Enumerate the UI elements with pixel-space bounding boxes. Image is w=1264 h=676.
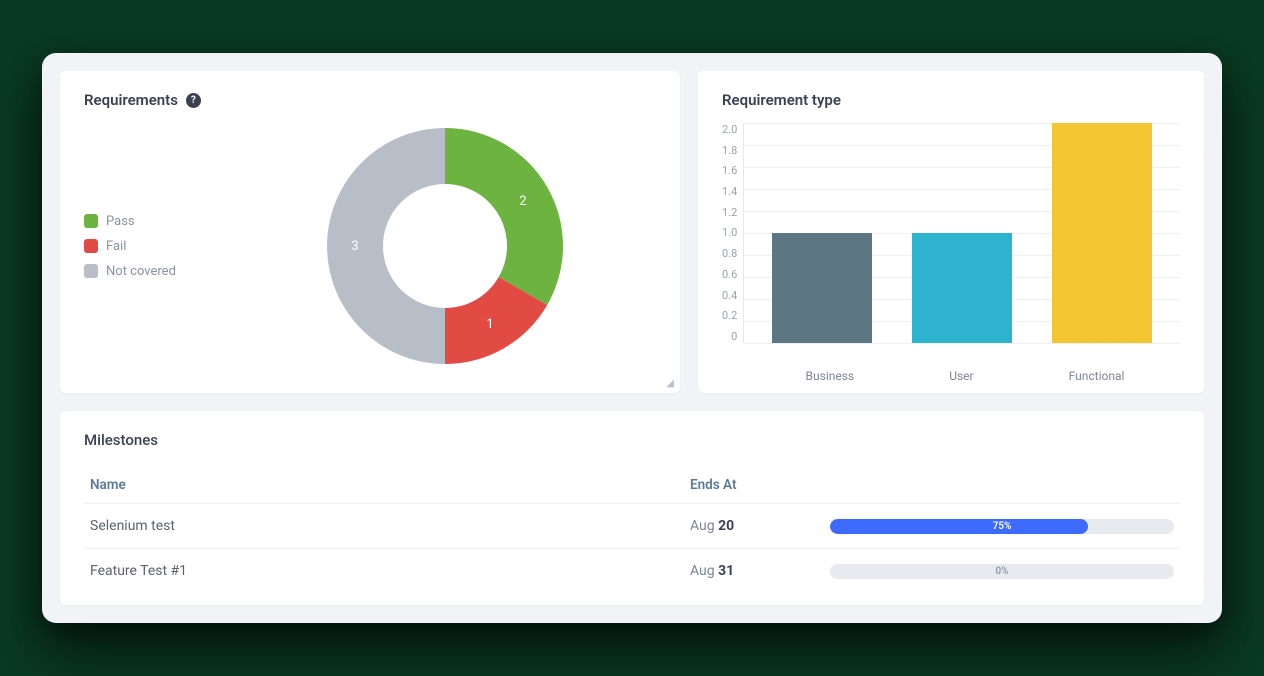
donut-slice: [445, 128, 563, 305]
milestones-card: Milestones Name Ends At Selenium testAug…: [60, 411, 1204, 605]
y-tick: 1.8: [722, 144, 737, 157]
swatch-fail: [84, 239, 98, 253]
legend-label-pass: Pass: [106, 214, 135, 229]
bar-user: [912, 233, 1012, 343]
requirement-type-title: Requirement type: [722, 91, 1180, 109]
bar-functional: [1052, 123, 1152, 343]
legend-label-fail: Fail: [106, 239, 126, 254]
y-tick: 0.2: [722, 309, 737, 322]
milestone-progress: 75%: [830, 519, 1174, 534]
legend-item-not-covered: Not covered: [84, 264, 234, 279]
swatch-not-covered: [84, 264, 98, 278]
swatch-pass: [84, 214, 98, 228]
x-label-business: Business: [806, 369, 855, 383]
requirements-title-row: Requirements ?: [84, 91, 656, 109]
y-tick: 1.0: [722, 226, 737, 239]
requirement-type-card: Requirement type 2.0 1.8 1.6 1.4 1.2 1.0 0.8 0.…: [698, 71, 1204, 393]
help-icon[interactable]: ?: [186, 93, 201, 108]
milestone-rows: Selenium testAug 2075%Feature Test #1Aug…: [84, 503, 1180, 593]
x-label-user: User: [949, 369, 973, 383]
milestone-row[interactable]: Feature Test #1Aug 310%: [84, 548, 1180, 593]
legend-label-not-covered: Not covered: [106, 264, 176, 279]
y-tick: 0.4: [722, 289, 737, 302]
resize-handle-icon[interactable]: ◢: [666, 378, 674, 389]
milestone-ends-at: Aug 20: [690, 518, 830, 534]
col-header-ends[interactable]: Ends At: [690, 477, 830, 493]
dashboard-frame: Requirements ? Pass Fail Not covered: [42, 53, 1222, 623]
y-tick: 1.2: [722, 206, 737, 219]
y-tick: 0: [731, 330, 737, 343]
legend-item-pass: Pass: [84, 214, 234, 229]
requirements-card: Requirements ? Pass Fail Not covered: [60, 71, 680, 393]
top-row: Requirements ? Pass Fail Not covered: [60, 71, 1204, 393]
donut-slice-label: 2: [519, 194, 526, 209]
requirements-body: Pass Fail Not covered 2 1 3: [84, 115, 656, 377]
donut-wrap: 2 1 3: [234, 116, 656, 376]
requirements-legend: Pass Fail Not covered: [84, 214, 234, 279]
requirement-type-chart: 2.0 1.8 1.6 1.4 1.2 1.0 0.8 0.6 0.4 0.2 0: [722, 123, 1180, 363]
x-label-functional: Functional: [1069, 369, 1125, 383]
milestone-progress: 0%: [830, 564, 1174, 579]
requirements-donut-chart: 2 1 3: [315, 116, 575, 376]
donut-slice: [327, 128, 445, 364]
milestone-name: Feature Test #1: [90, 563, 690, 579]
plot-area: [743, 123, 1180, 343]
y-tick: 0.6: [722, 268, 737, 281]
y-tick: 1.6: [722, 164, 737, 177]
y-axis: 2.0 1.8 1.6 1.4 1.2 1.0 0.8 0.6 0.4 0.2 0: [722, 123, 743, 343]
bars: [744, 123, 1180, 343]
requirements-title: Requirements: [84, 91, 178, 109]
y-tick: 2.0: [722, 123, 737, 136]
donut-slice-label: 3: [351, 239, 358, 254]
y-tick: 1.4: [722, 185, 737, 198]
bar-business: [772, 233, 872, 343]
x-axis: Business User Functional: [750, 363, 1180, 383]
col-header-name[interactable]: Name: [90, 477, 690, 493]
legend-item-fail: Fail: [84, 239, 234, 254]
milestones-title: Milestones: [84, 431, 1180, 449]
donut-slice-label: 1: [486, 317, 493, 332]
milestones-header-row: Name Ends At: [84, 467, 1180, 503]
milestone-row[interactable]: Selenium testAug 2075%: [84, 503, 1180, 548]
milestone-name: Selenium test: [90, 518, 690, 534]
y-tick: 0.8: [722, 247, 737, 260]
milestone-ends-at: Aug 31: [690, 563, 830, 579]
